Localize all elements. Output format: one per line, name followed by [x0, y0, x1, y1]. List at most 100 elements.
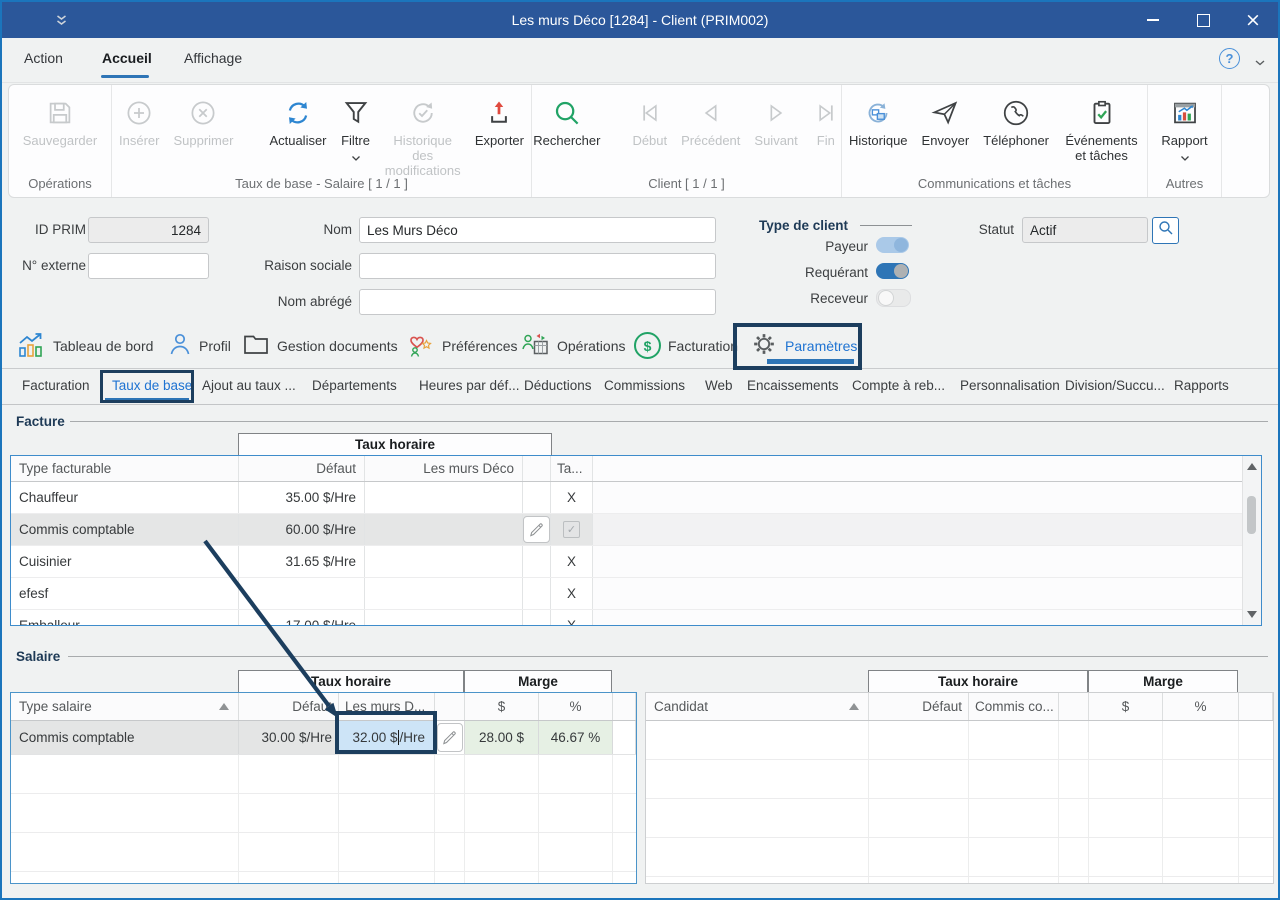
- column-header-dollar[interactable]: $: [1089, 693, 1163, 720]
- menu-tab-accueil[interactable]: Accueil: [102, 50, 152, 66]
- raison-sociale-field[interactable]: [359, 253, 716, 279]
- supprimer-button[interactable]: Supprimer: [166, 93, 240, 148]
- exporter-button[interactable]: Exporter: [468, 93, 531, 148]
- historique-modifications-button[interactable]: Historique des modifications: [378, 93, 468, 178]
- vertical-scrollbar[interactable]: [1242, 456, 1261, 625]
- telephoner-button[interactable]: Téléphoner: [976, 93, 1056, 148]
- subtab-deductions[interactable]: Déductions: [524, 378, 592, 393]
- maximize-button[interactable]: [1178, 2, 1228, 38]
- column-header-les-murs-deco[interactable]: Les murs Déco: [365, 456, 523, 481]
- rechercher-button[interactable]: Rechercher: [526, 93, 607, 148]
- nom-abrege-field[interactable]: [359, 289, 716, 315]
- subtab-ajout-au-taux[interactable]: Ajout au taux ...: [202, 378, 296, 393]
- nom-field[interactable]: Les Murs Déco: [359, 217, 716, 243]
- subtab-facturation[interactable]: Facturation: [22, 378, 90, 393]
- scroll-down-icon[interactable]: [1247, 611, 1257, 618]
- column-header-defaut[interactable]: Défaut: [869, 693, 969, 720]
- empty-row[interactable]: [646, 799, 1273, 838]
- facture-group-header-taux-horaire: Taux horaire: [238, 433, 552, 456]
- empty-row[interactable]: [646, 721, 1273, 760]
- empty-row[interactable]: [11, 872, 636, 884]
- subtab-rapports[interactable]: Rapports: [1174, 378, 1229, 393]
- cell-edit: [435, 721, 465, 754]
- envoyer-button[interactable]: Envoyer: [915, 93, 977, 148]
- table-row[interactable]: efesf X: [11, 578, 1242, 610]
- column-header-pct[interactable]: %: [539, 693, 613, 720]
- inserer-button[interactable]: Insérer: [112, 93, 166, 148]
- sauvegarder-button[interactable]: Sauvegarder: [16, 93, 104, 148]
- subtab-taux-de-base[interactable]: Taux de base: [112, 378, 192, 393]
- column-header-dollar[interactable]: $: [465, 693, 539, 720]
- empty-row[interactable]: [11, 833, 636, 872]
- cell-client-rate-editing[interactable]: 32.00 $/Hre: [339, 721, 435, 754]
- statut-lookup-button[interactable]: [1152, 217, 1179, 244]
- help-icon[interactable]: ?: [1219, 48, 1240, 69]
- no-externe-field[interactable]: [88, 253, 209, 279]
- receveur-label: Receveur: [748, 291, 868, 306]
- actualiser-button[interactable]: Actualiser: [262, 93, 333, 148]
- payeur-toggle[interactable]: [876, 237, 909, 253]
- tab-profil[interactable]: Profil: [168, 324, 231, 367]
- empty-row[interactable]: [646, 838, 1273, 877]
- id-prim-field[interactable]: 1284: [88, 217, 209, 243]
- tab-facturation[interactable]: $ Facturation: [634, 324, 738, 367]
- facture-table: Type facturable Défaut Les murs Déco Ta.…: [10, 455, 1262, 626]
- empty-row[interactable]: [11, 755, 636, 794]
- empty-row[interactable]: [646, 877, 1273, 884]
- edit-pencil-button[interactable]: [523, 516, 550, 543]
- active-subtab-underline: [105, 398, 189, 402]
- table-row[interactable]: Chauffeur 35.00 $/Hre X: [11, 482, 1242, 514]
- requerant-toggle[interactable]: [876, 263, 909, 279]
- statut-field[interactable]: Actif: [1022, 217, 1148, 243]
- subtab-commissions[interactable]: Commissions: [604, 378, 685, 393]
- minimize-button[interactable]: [1128, 2, 1178, 38]
- close-button[interactable]: ×: [1228, 2, 1278, 38]
- column-header-type-facturable[interactable]: Type facturable: [11, 456, 239, 481]
- column-header-pct[interactable]: %: [1163, 693, 1239, 720]
- scroll-up-icon[interactable]: [1247, 463, 1257, 470]
- salaire-right-group-taux-horaire: Taux horaire: [868, 670, 1088, 693]
- empty-row[interactable]: [11, 794, 636, 833]
- precedent-button[interactable]: Précédent: [674, 93, 747, 148]
- salaire-right-table: Candidat Défaut Commis co... $ %: [645, 692, 1274, 884]
- debut-button[interactable]: Début: [625, 93, 674, 148]
- column-header-defaut[interactable]: Défaut: [239, 693, 339, 720]
- tab-preferences[interactable]: Préférences: [405, 324, 517, 367]
- collapse-ribbon-icon[interactable]: [1254, 54, 1266, 72]
- scrollbar-thumb[interactable]: [1247, 496, 1256, 534]
- historique-button[interactable]: Historique: [842, 93, 915, 148]
- chevron-down-icon: [1180, 150, 1190, 165]
- tab-tableau-de-bord[interactable]: Tableau de bord: [16, 324, 153, 367]
- evenements-taches-button[interactable]: Événements et tâches: [1056, 93, 1147, 163]
- receveur-toggle[interactable]: [876, 289, 911, 307]
- column-header-commis-co[interactable]: Commis co...: [969, 693, 1059, 720]
- subtab-compte-a-rebours[interactable]: Compte à reb...: [852, 378, 945, 393]
- table-row-selected[interactable]: Commis comptable 60.00 $/Hre ✓: [11, 514, 1242, 546]
- suivant-button[interactable]: Suivant: [747, 93, 804, 148]
- tab-operations[interactable]: Opérations: [520, 324, 625, 367]
- subtab-encaissements[interactable]: Encaissements: [747, 378, 839, 393]
- subtab-division-succursale[interactable]: Division/Succu...: [1065, 378, 1165, 393]
- salaire-row-commis-comptable[interactable]: Commis comptable 30.00 $/Hre 32.00 $/Hre…: [11, 721, 636, 755]
- column-header-defaut[interactable]: Défaut: [239, 456, 365, 481]
- column-header-type-salaire[interactable]: Type salaire: [11, 693, 239, 720]
- tab-gestion-documents[interactable]: Gestion documents: [242, 324, 398, 367]
- menu-tab-affichage[interactable]: Affichage: [184, 50, 242, 66]
- ribbon-group-taux-de-base: Insérer Supprimer Actualiser: [111, 85, 531, 197]
- subtab-heures-par-defaut[interactable]: Heures par déf...: [419, 378, 520, 393]
- table-row[interactable]: Cuisinier 31.65 $/Hre X: [11, 546, 1242, 578]
- subtab-departements[interactable]: Départements: [312, 378, 397, 393]
- column-header-ta[interactable]: Ta...: [551, 456, 593, 481]
- cell-filler: [593, 482, 1242, 513]
- empty-row[interactable]: [646, 760, 1273, 799]
- table-row[interactable]: Emballeur 17.00 $/Hre X: [11, 610, 1242, 626]
- column-header-les-murs-d[interactable]: Les murs D...: [339, 693, 435, 720]
- menu-tab-action[interactable]: Action: [24, 50, 63, 66]
- edit-pencil-button[interactable]: [437, 723, 463, 752]
- rapport-button[interactable]: Rapport: [1154, 93, 1214, 165]
- subtab-web[interactable]: Web: [705, 378, 733, 393]
- subtab-personnalisation[interactable]: Personnalisation: [960, 378, 1060, 393]
- column-header-candidat[interactable]: Candidat: [646, 693, 869, 720]
- filtre-button[interactable]: Filtre: [334, 93, 378, 165]
- checkbox-checked-icon[interactable]: ✓: [563, 521, 580, 538]
